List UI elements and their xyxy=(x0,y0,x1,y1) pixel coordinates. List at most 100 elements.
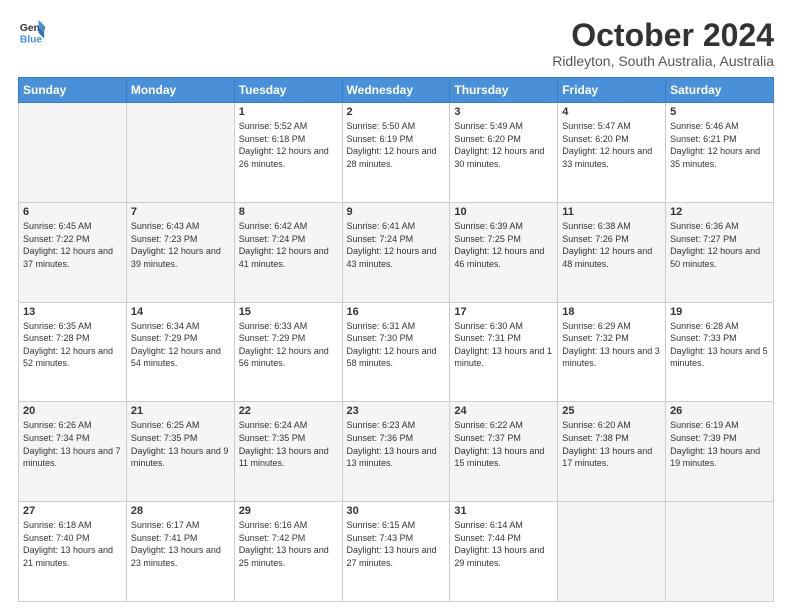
day-info: Sunrise: 6:33 AM Sunset: 7:29 PM Dayligh… xyxy=(239,320,338,370)
table-row: 7 Sunrise: 6:43 AM Sunset: 7:23 PM Daylig… xyxy=(126,202,234,302)
location: Ridleyton, South Australia, Australia xyxy=(552,53,774,69)
table-row: 3 Sunrise: 5:49 AM Sunset: 6:20 PM Daylig… xyxy=(450,103,558,203)
table-row xyxy=(126,103,234,203)
day-number: 19 xyxy=(670,306,769,318)
col-tuesday: Tuesday xyxy=(234,78,342,103)
day-info: Sunrise: 6:14 AM Sunset: 7:44 PM Dayligh… xyxy=(454,519,553,569)
day-number: 29 xyxy=(239,505,338,517)
table-row: 29 Sunrise: 6:16 AM Sunset: 7:42 PM Dayli… xyxy=(234,502,342,602)
table-row: 6Sunrise: 6:45 AM Sunset: 7:22 PM Daylig… xyxy=(19,202,127,302)
day-number: 28 xyxy=(131,505,230,517)
day-number: 26 xyxy=(670,405,769,417)
day-number: 10 xyxy=(454,206,553,218)
day-number: 30 xyxy=(347,505,446,517)
day-info: Sunrise: 6:30 AM Sunset: 7:31 PM Dayligh… xyxy=(454,320,553,370)
day-info: Sunrise: 6:41 AM Sunset: 7:24 PM Dayligh… xyxy=(347,220,446,270)
table-row: 27Sunrise: 6:18 AM Sunset: 7:40 PM Dayli… xyxy=(19,502,127,602)
header: General Blue October 2024 Ridleyton, Sou… xyxy=(18,18,774,69)
day-info: Sunrise: 5:50 AM Sunset: 6:19 PM Dayligh… xyxy=(347,120,446,170)
table-row: 13 Sunrise: 6:35 AM Sunset: 7:28 PM Dayli… xyxy=(19,302,127,402)
table-row: 16 Sunrise: 6:31 AM Sunset: 7:30 PM Dayli… xyxy=(342,302,450,402)
logo: General Blue xyxy=(18,18,46,46)
day-info: Sunrise: 6:15 AM Sunset: 7:43 PM Dayligh… xyxy=(347,519,446,569)
calendar-week-5: 27Sunrise: 6:18 AM Sunset: 7:40 PM Dayli… xyxy=(19,502,774,602)
day-info: Sunrise: 6:22 AM Sunset: 7:37 PM Dayligh… xyxy=(454,419,553,469)
day-info: Sunrise: 6:18 AM Sunset: 7:40 PM Dayligh… xyxy=(23,519,122,569)
month-title: October 2024 xyxy=(552,18,774,53)
col-saturday: Saturday xyxy=(666,78,774,103)
day-info: Sunrise: 5:47 AM Sunset: 6:20 PM Dayligh… xyxy=(562,120,661,170)
table-row: 18 Sunrise: 6:29 AM Sunset: 7:32 PM Dayli… xyxy=(558,302,666,402)
day-info: Sunrise: 6:29 AM Sunset: 7:32 PM Dayligh… xyxy=(562,320,661,370)
day-info: Sunrise: 6:35 AM Sunset: 7:28 PM Dayligh… xyxy=(23,320,122,370)
day-number: 21 xyxy=(131,405,230,417)
calendar-week-3: 13 Sunrise: 6:35 AM Sunset: 7:28 PM Dayli… xyxy=(19,302,774,402)
day-info: Sunrise: 5:49 AM Sunset: 6:20 PM Dayligh… xyxy=(454,120,553,170)
calendar-week-4: 20 Sunrise: 6:26 AM Sunset: 7:34 PM Dayli… xyxy=(19,402,774,502)
table-row: 20 Sunrise: 6:26 AM Sunset: 7:34 PM Dayli… xyxy=(19,402,127,502)
table-row: 28 Sunrise: 6:17 AM Sunset: 7:41 PM Dayli… xyxy=(126,502,234,602)
day-info: Sunrise: 5:46 AM Sunset: 6:21 PM Dayligh… xyxy=(670,120,769,170)
day-info: Sunrise: 6:43 AM Sunset: 7:23 PM Dayligh… xyxy=(131,220,230,270)
day-number: 22 xyxy=(239,405,338,417)
day-info: Sunrise: 5:52 AM Sunset: 6:18 PM Dayligh… xyxy=(239,120,338,170)
day-number: 16 xyxy=(347,306,446,318)
day-number: 1 xyxy=(239,106,338,118)
table-row: 5Sunrise: 5:46 AM Sunset: 6:21 PM Daylig… xyxy=(666,103,774,203)
calendar-week-1: 1 Sunrise: 5:52 AM Sunset: 6:18 PM Daylig… xyxy=(19,103,774,203)
day-number: 18 xyxy=(562,306,661,318)
table-row: 21 Sunrise: 6:25 AM Sunset: 7:35 PM Dayli… xyxy=(126,402,234,502)
table-row: 19 Sunrise: 6:28 AM Sunset: 7:33 PM Dayli… xyxy=(666,302,774,402)
day-info: Sunrise: 6:34 AM Sunset: 7:29 PM Dayligh… xyxy=(131,320,230,370)
page: General Blue October 2024 Ridleyton, Sou… xyxy=(0,0,792,612)
day-number: 23 xyxy=(347,405,446,417)
title-block: October 2024 Ridleyton, South Australia,… xyxy=(552,18,774,69)
day-info: Sunrise: 6:16 AM Sunset: 7:42 PM Dayligh… xyxy=(239,519,338,569)
day-info: Sunrise: 6:25 AM Sunset: 7:35 PM Dayligh… xyxy=(131,419,230,469)
day-number: 3 xyxy=(454,106,553,118)
day-number: 7 xyxy=(131,206,230,218)
day-info: Sunrise: 6:26 AM Sunset: 7:34 PM Dayligh… xyxy=(23,419,122,469)
day-number: 4 xyxy=(562,106,661,118)
day-number: 24 xyxy=(454,405,553,417)
table-row: 25 Sunrise: 6:20 AM Sunset: 7:38 PM Dayli… xyxy=(558,402,666,502)
col-friday: Friday xyxy=(558,78,666,103)
day-number: 11 xyxy=(562,206,661,218)
logo-icon: General Blue xyxy=(18,18,46,46)
day-number: 17 xyxy=(454,306,553,318)
day-info: Sunrise: 6:17 AM Sunset: 7:41 PM Dayligh… xyxy=(131,519,230,569)
day-info: Sunrise: 6:24 AM Sunset: 7:35 PM Dayligh… xyxy=(239,419,338,469)
day-number: 8 xyxy=(239,206,338,218)
col-wednesday: Wednesday xyxy=(342,78,450,103)
calendar-table: Sunday Monday Tuesday Wednesday Thursday… xyxy=(18,77,774,602)
day-info: Sunrise: 6:38 AM Sunset: 7:26 PM Dayligh… xyxy=(562,220,661,270)
table-row: 1 Sunrise: 5:52 AM Sunset: 6:18 PM Daylig… xyxy=(234,103,342,203)
day-info: Sunrise: 6:20 AM Sunset: 7:38 PM Dayligh… xyxy=(562,419,661,469)
day-number: 6 xyxy=(23,206,122,218)
day-info: Sunrise: 6:23 AM Sunset: 7:36 PM Dayligh… xyxy=(347,419,446,469)
day-number: 14 xyxy=(131,306,230,318)
calendar-header-row: Sunday Monday Tuesday Wednesday Thursday… xyxy=(19,78,774,103)
day-info: Sunrise: 6:19 AM Sunset: 7:39 PM Dayligh… xyxy=(670,419,769,469)
table-row: 31 Sunrise: 6:14 AM Sunset: 7:44 PM Dayli… xyxy=(450,502,558,602)
table-row: 14 Sunrise: 6:34 AM Sunset: 7:29 PM Dayli… xyxy=(126,302,234,402)
table-row xyxy=(558,502,666,602)
day-info: Sunrise: 6:28 AM Sunset: 7:33 PM Dayligh… xyxy=(670,320,769,370)
day-number: 25 xyxy=(562,405,661,417)
table-row: 8Sunrise: 6:42 AM Sunset: 7:24 PM Daylig… xyxy=(234,202,342,302)
table-row: 24 Sunrise: 6:22 AM Sunset: 7:37 PM Dayli… xyxy=(450,402,558,502)
col-monday: Monday xyxy=(126,78,234,103)
day-info: Sunrise: 6:31 AM Sunset: 7:30 PM Dayligh… xyxy=(347,320,446,370)
table-row: 11 Sunrise: 6:38 AM Sunset: 7:26 PM Dayli… xyxy=(558,202,666,302)
table-row xyxy=(19,103,127,203)
day-number: 31 xyxy=(454,505,553,517)
table-row: 30 Sunrise: 6:15 AM Sunset: 7:43 PM Dayli… xyxy=(342,502,450,602)
day-number: 13 xyxy=(23,306,122,318)
col-sunday: Sunday xyxy=(19,78,127,103)
day-number: 20 xyxy=(23,405,122,417)
col-thursday: Thursday xyxy=(450,78,558,103)
table-row: 12Sunrise: 6:36 AM Sunset: 7:27 PM Dayli… xyxy=(666,202,774,302)
svg-text:Blue: Blue xyxy=(20,34,43,45)
table-row: 23 Sunrise: 6:23 AM Sunset: 7:36 PM Dayli… xyxy=(342,402,450,502)
day-info: Sunrise: 6:36 AM Sunset: 7:27 PM Dayligh… xyxy=(670,220,769,270)
